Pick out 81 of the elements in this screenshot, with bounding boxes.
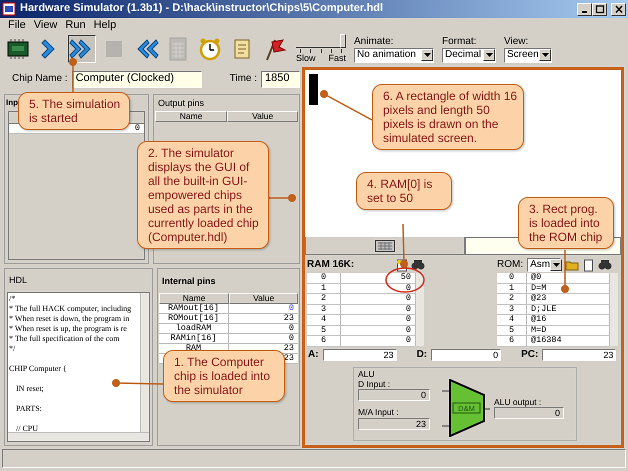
instruction-cell: M=D [527, 326, 609, 336]
callout-tooltip: 6. A rectangle of width 16 pixels and length 50 pixels is drawn on the simulated screen. [372, 84, 524, 150]
memory-title: RAM 16K: [307, 259, 354, 271]
address-cell: 3 [307, 304, 341, 315]
instruction-cell: @0 [527, 273, 609, 284]
instruction-cell: D;JLE [527, 304, 609, 315]
code-line: IN reset; [15, 384, 44, 394]
column-header: Name [155, 111, 228, 122]
memory-cell: 50 [341, 273, 415, 284]
callout-tooltip: 3. Rect prog. is loaded into the ROM chip [518, 197, 614, 249]
instruction-cell: @16384 [527, 336, 609, 346]
address-cell: 3 [497, 304, 527, 315]
window-title: Hardware Simulator (1.3b1) - D:\hack\instructor\Chips\5\Computer.hdl [20, 2, 384, 16]
callout-tooltip: 4. RAM[0] is set to 50 [356, 172, 452, 210]
address-cell: 0 [307, 273, 341, 284]
alu-output-field: 0 [494, 407, 564, 420]
dropdown-label: Animate: [354, 36, 394, 48]
field-label: M/A Input : [358, 407, 400, 418]
field-label: ALU output : [494, 397, 542, 408]
register-field: 23 [322, 349, 397, 361]
memory-cell: 0 [341, 315, 415, 326]
code-line: */ [9, 344, 16, 354]
table-cell: RAMout[16] [158, 304, 229, 314]
panel-title: ALU [358, 369, 376, 380]
alu-input-field: 23 [358, 418, 430, 430]
column-header: Value [229, 293, 298, 304]
column-header: Value [227, 111, 298, 122]
code-line: CHIP Computer { [9, 364, 67, 374]
code-line: PARTS: [15, 404, 42, 414]
code-line: * When reset is down, the program in [9, 314, 130, 324]
alu-input-field: 0 [358, 389, 430, 402]
register-label: D: [416, 349, 428, 361]
column-header: Name [158, 293, 230, 304]
memory-cell: 0 [341, 326, 415, 336]
dropdown-label: Format: [442, 36, 478, 48]
code-line: // CPU [15, 424, 38, 432]
table-cell: loadRAM [158, 324, 229, 334]
dropdown-label: View: [504, 36, 530, 48]
code-line: * The full HACK computer, including [9, 304, 132, 314]
register-field: 0 [431, 349, 502, 361]
table-cell: 0 [228, 304, 298, 314]
panel-title: Output pins [157, 96, 206, 110]
panel-title: Internal pins [160, 274, 216, 288]
address-cell: 6 [307, 336, 341, 346]
memory-cell: 0 [341, 336, 415, 346]
code-line: /* [9, 294, 16, 304]
panel-title: HDL [8, 274, 28, 288]
address-cell: 1 [307, 284, 341, 294]
table-cell: 0 [228, 334, 298, 344]
address-cell: 0 [497, 273, 527, 284]
register-field: 23 [542, 349, 616, 361]
register-label: PC: [521, 349, 538, 361]
address-cell: 2 [307, 294, 341, 304]
address-cell: 4 [307, 315, 341, 326]
address-cell: 6 [497, 336, 527, 346]
field-label: Chip Name : [12, 73, 68, 85]
callout-tooltip: 5. The simulation is started [18, 92, 130, 130]
instruction-cell: @23 [527, 294, 609, 304]
table-cell: 0 [228, 324, 298, 334]
callout-tooltip: 2. The simulator displays the GUI of all the built-in GUI-empowered chips used as parts in the currently loaded chip (Computer.hdl) [137, 141, 269, 249]
field-label: D Input : [358, 379, 392, 390]
instruction-cell: @16 [527, 315, 609, 326]
address-cell: 4 [497, 315, 527, 326]
address-cell: 5 [307, 326, 341, 336]
register-label: A: [308, 349, 319, 361]
address-cell: 2 [497, 294, 527, 304]
address-cell: 1 [497, 284, 527, 294]
panel-title: Inp [6, 98, 18, 108]
memory-cell: 0 [341, 304, 415, 315]
field-label: Time : [230, 73, 258, 85]
slider-label: Fast [328, 53, 346, 64]
table-cell: ROMout[16] [158, 314, 229, 324]
table-cell: RAMin[16] [158, 334, 229, 344]
memory-title: ROM: [497, 259, 524, 271]
address-cell: 5 [497, 326, 527, 336]
memory-cell: 0 [341, 294, 415, 304]
table-cell: 23 [228, 314, 298, 324]
callout-tooltip: 1. The Computer chip is loaded into the simulator [163, 350, 285, 402]
slider-label: Slow [296, 53, 316, 64]
code-line: * When reset is up, the program is re [9, 324, 127, 334]
code-line: * The full specification of the com [9, 334, 120, 344]
